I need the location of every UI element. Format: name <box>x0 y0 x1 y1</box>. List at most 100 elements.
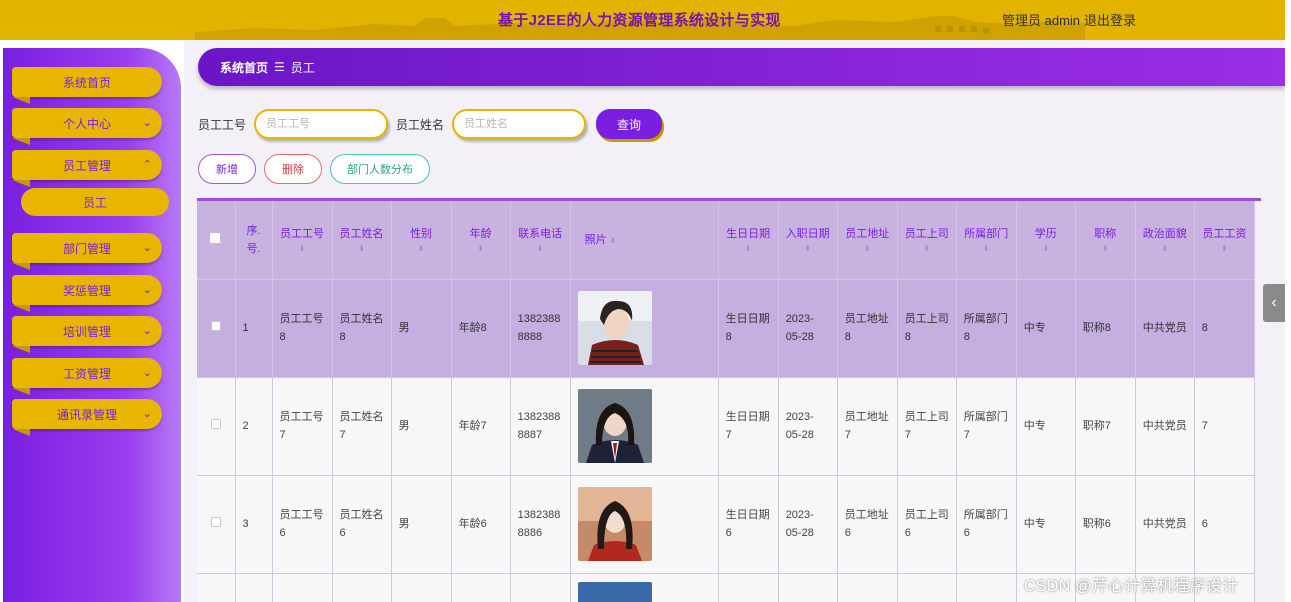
employee-photo <box>577 487 652 561</box>
cell-index <box>235 573 273 602</box>
sort-icon[interactable]: ⬍ <box>964 243 1009 255</box>
sidebar-subitem-label: 员工 <box>82 195 107 210</box>
cell-education: 中专 <box>1016 279 1076 378</box>
col-header-age[interactable]: 年龄 ⬍ <box>451 201 511 280</box>
sort-icon[interactable]: ⬍ <box>905 243 949 255</box>
cell-political: 中共党员 <box>1135 475 1195 574</box>
sidebar-item-personal-center[interactable]: 个人中心 ⌄ <box>12 108 162 145</box>
table-row[interactable]: 3 员工工号6 员工姓名6 男 年龄6 13823888886 生日日期6 20… <box>197 475 1256 574</box>
col-header-emp-name[interactable]: 员工姓名 ⬍ <box>332 201 392 280</box>
col-header-salary[interactable]: 员工工资 ⬍ <box>1194 201 1256 280</box>
col-header-superior[interactable]: 员工上司 ⬍ <box>897 201 957 280</box>
department-distribution-button[interactable]: 部门人数分布 <box>330 154 430 184</box>
col-header-title[interactable]: 职称 ⬍ <box>1075 201 1136 280</box>
col-header-photo[interactable]: 照片 ⬍ <box>570 201 719 280</box>
sidebar-item-employee-management[interactable]: 员工管理 ⌃ <box>12 150 162 187</box>
emp-name-input[interactable] <box>452 109 587 139</box>
col-header-emp-no[interactable]: 员工工号 ⬍ <box>272 201 333 280</box>
chevron-down-icon: ⌄ <box>142 325 152 337</box>
col-header-birthday[interactable]: 生日日期 ⬍ <box>718 201 779 280</box>
logout-link[interactable]: 退出登录 <box>1084 10 1136 29</box>
sidebar-subitem-employee[interactable]: 员工 <box>21 188 169 216</box>
sort-icon[interactable]: ⬍ <box>459 243 503 255</box>
emp-no-input[interactable] <box>254 109 389 139</box>
col-header-address[interactable]: 员工地址 ⬍ <box>837 201 898 280</box>
sidebar-item-contacts-management[interactable]: 通讯录管理 ⌄ <box>12 399 162 436</box>
sort-icon[interactable]: ⬍ <box>1143 243 1187 255</box>
row-select-cell[interactable] <box>197 377 236 476</box>
sidebar-item-home[interactable]: 系统首页 <box>12 67 162 104</box>
select-all-cell[interactable]: . <box>197 201 236 280</box>
chevron-up-icon: ⌃ <box>142 159 152 171</box>
sort-icon[interactable]: ⬍ <box>610 236 617 245</box>
sort-icon[interactable]: ⬍ <box>786 243 830 255</box>
cell-emp-name: 员工姓名8 <box>332 279 392 378</box>
delete-button[interactable]: 删除 <box>264 154 322 184</box>
row-select-cell[interactable] <box>197 279 236 378</box>
breadcrumb: 系统首页 ☰ 员工 <box>198 48 1285 86</box>
col-header-gender[interactable]: 性别 ⬍ <box>391 201 452 280</box>
col-header-department[interactable]: 所属部门 ⬍ <box>956 201 1017 280</box>
cell-phone <box>510 573 571 602</box>
sidebar-item-label: 系统首页 <box>62 75 111 90</box>
ribbon-notch <box>12 388 30 395</box>
cell-emp-name <box>332 573 392 602</box>
cell-title: 职称6 <box>1075 475 1136 574</box>
cell-photo <box>570 475 719 574</box>
sort-icon[interactable]: ⬍ <box>1202 243 1247 255</box>
cell-department <box>956 573 1017 602</box>
sort-icon[interactable]: ⬍ <box>399 243 444 255</box>
sidebar-item-label: 工资管理 <box>62 366 111 381</box>
app-title: 基于J2EE的人力资源管理系统设计与实现 <box>498 12 781 29</box>
sidebar-item-salary-management[interactable]: 工资管理 ⌄ <box>12 358 162 395</box>
select-all-checkbox[interactable] <box>209 232 220 243</box>
row-checkbox[interactable] <box>210 517 221 527</box>
add-button[interactable]: 新增 <box>198 154 256 184</box>
sort-icon[interactable]: ⬍ <box>518 243 563 255</box>
ribbon-notch <box>12 305 30 312</box>
col-header-education[interactable]: 学历 ⬍ <box>1016 201 1076 280</box>
menu-separator-icon: ☰ <box>274 60 285 74</box>
cell-department: 所属部门8 <box>956 279 1017 378</box>
sort-icon[interactable]: ⬍ <box>845 243 890 255</box>
cell-gender: 男 <box>391 377 452 476</box>
collapse-panel-button[interactable]: ‹ <box>1263 284 1285 322</box>
sidebar-item-training-management[interactable]: 培训管理 ⌄ <box>12 316 162 353</box>
employee-table-container: . 序.号. 员工工号 ⬍ 员工姓名 ⬍ 性别 ⬍ 年龄 ⬍ 联系电话 ⬍ 照片 ⬍ 生日日… <box>197 198 1261 602</box>
cell-gender: 男 <box>391 279 452 378</box>
row-select-cell[interactable] <box>197 573 236 602</box>
cell-age: 年龄7 <box>451 377 511 476</box>
sort-icon[interactable]: ⬍ <box>1083 243 1128 255</box>
sort-icon[interactable]: ⬍ <box>280 243 325 255</box>
sidebar-item-reward-punishment[interactable]: 奖惩管理 ⌄ <box>12 275 162 312</box>
current-user: 管理员 admin <box>1002 13 1081 28</box>
sidebar-item-department-management[interactable]: 部门管理 ⌄ <box>12 233 162 270</box>
emp-name-label: 员工姓名 <box>396 117 445 132</box>
row-checkbox[interactable] <box>210 419 221 429</box>
cell-emp-no <box>272 573 333 602</box>
sidebar-item-label: 奖惩管理 <box>62 283 111 298</box>
table-row[interactable]: 1 员工工号8 员工姓名8 男 年龄8 13823888888 生日日期8 20… <box>197 279 1256 378</box>
sort-icon[interactable]: ⬍ <box>726 243 771 255</box>
col-header-political[interactable]: 政治面貌 ⬍ <box>1135 201 1195 280</box>
chevron-down-icon: ⌄ <box>142 408 152 420</box>
row-checkbox[interactable] <box>210 321 221 331</box>
employee-table: . 序.号. 员工工号 ⬍ 员工姓名 ⬍ 性别 ⬍ 年龄 ⬍ 联系电话 ⬍ 照片 ⬍ 生日日… <box>197 201 1256 602</box>
table-row[interactable]: 2 员工工号7 员工姓名7 男 年龄7 13823888887 生日日期7 20… <box>197 377 1256 476</box>
cell-age <box>451 573 511 602</box>
cell-education: 中专 <box>1016 475 1076 574</box>
cell-emp-name: 员工姓名7 <box>332 377 392 476</box>
col-header-hire-date[interactable]: 入职日期 ⬍ <box>778 201 838 280</box>
cell-gender: 男 <box>391 475 452 574</box>
cell-emp-no: 员工工号8 <box>272 279 333 378</box>
top-header: 基于J2EE的人力资源管理系统设计与实现 管理员 admin 退出登录 <box>0 0 1285 40</box>
query-button[interactable]: 查询 <box>596 109 663 139</box>
sort-icon[interactable]: ⬍ <box>340 243 384 255</box>
sidebar-item-label: 部门管理 <box>62 241 111 256</box>
sort-icon[interactable]: ⬍ <box>1024 243 1068 255</box>
col-header-phone[interactable]: 联系电话 ⬍ <box>510 201 571 280</box>
row-select-cell[interactable] <box>197 475 236 574</box>
employee-photo <box>577 581 652 602</box>
cell-address <box>837 573 898 602</box>
breadcrumb-home[interactable]: 系统首页 <box>220 59 268 76</box>
